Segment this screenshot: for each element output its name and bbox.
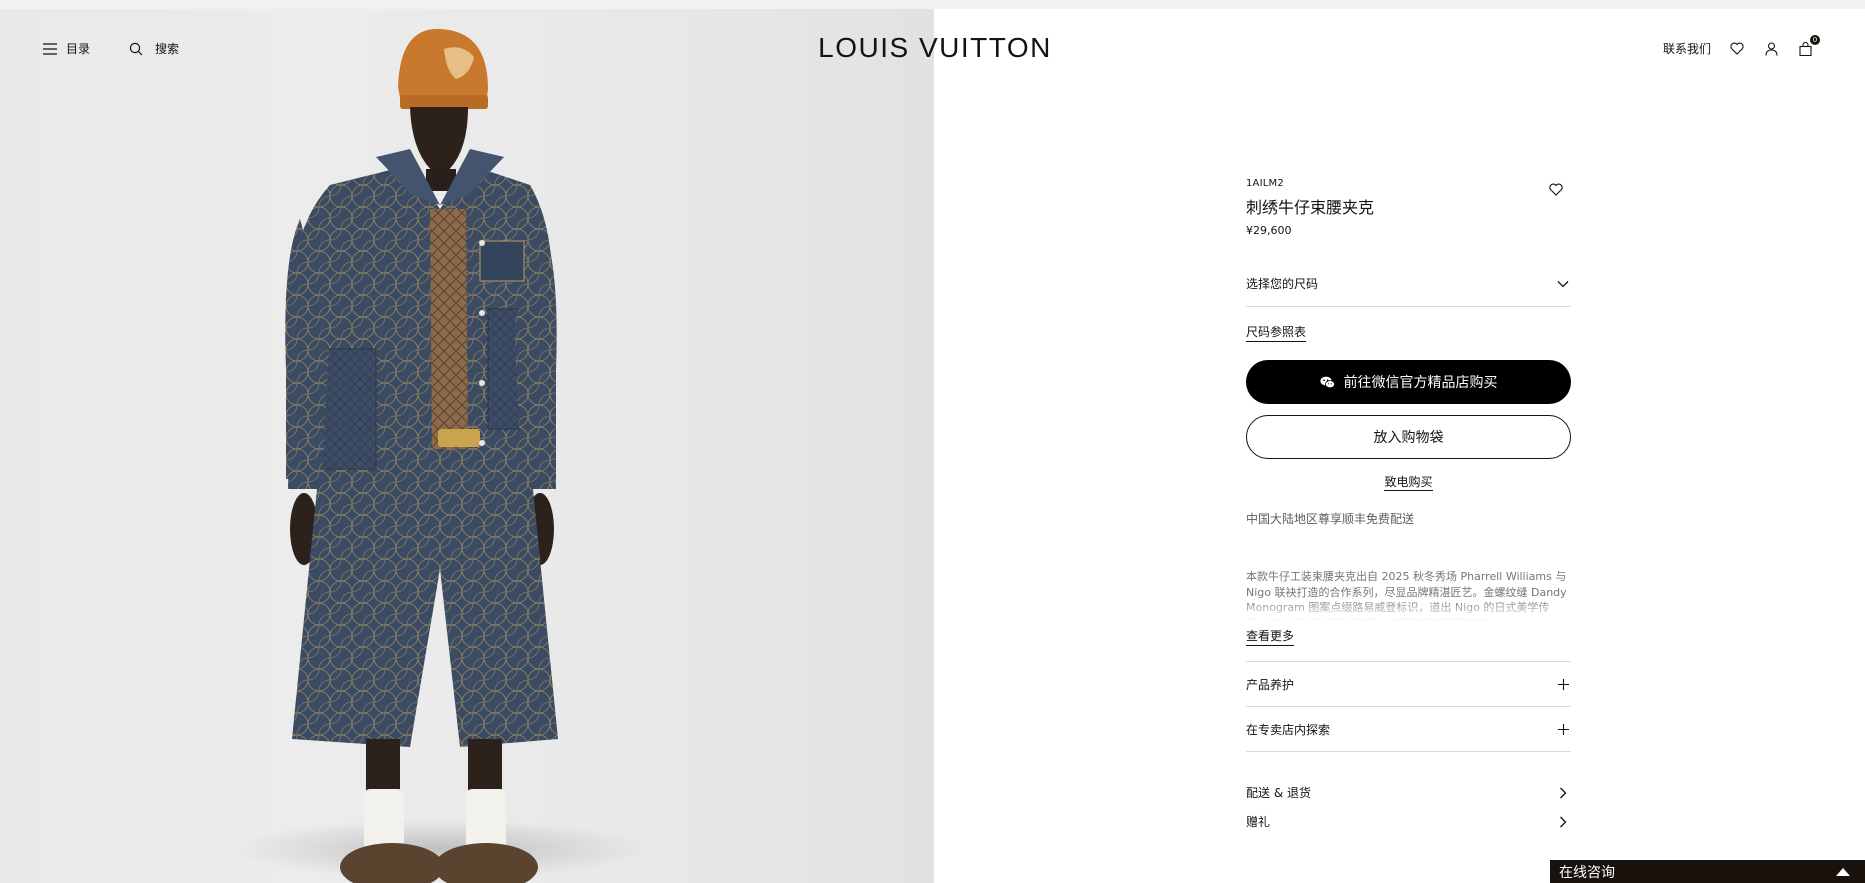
accordion-label: 在专卖店内探索 — [1246, 722, 1331, 737]
add-to-wishlist-heart-icon[interactable] — [1549, 181, 1565, 197]
contact-link[interactable]: 联系我们 — [1663, 40, 1711, 57]
accordion-product-care[interactable]: 产品养护 — [1246, 662, 1571, 707]
wechat-button-label: 前往微信官方精品店购买 — [1343, 375, 1498, 391]
gifting-link[interactable]: 赠礼 — [1246, 807, 1571, 836]
add-to-bag-button[interactable]: 放入购物袋 — [1246, 415, 1571, 459]
wishlist-heart-icon[interactable] — [1729, 41, 1745, 57]
info-links: 配送 & 退货 赠礼 — [1246, 778, 1571, 836]
product-sku: 1AILM2 — [1246, 178, 1284, 189]
product-image — [0, 9, 934, 883]
link-label: 赠礼 — [1246, 815, 1271, 829]
size-guide-link[interactable]: 尺码参照表 — [1246, 323, 1307, 342]
plus-icon — [1555, 721, 1571, 737]
call-to-buy: 致电购买 — [1246, 471, 1571, 491]
hamburger-icon — [42, 41, 58, 57]
wechat-icon — [1320, 374, 1336, 390]
menu-label: 目录 — [66, 42, 91, 56]
chat-label: 在线咨询 — [1559, 864, 1615, 881]
bag-count-badge: 0 — [1810, 34, 1820, 45]
shipping-note: 中国大陆地区尊享顺丰免费配送 — [1246, 512, 1415, 526]
search-label: 搜索 — [155, 42, 180, 56]
chevron-right-icon — [1555, 814, 1571, 830]
account-user-icon[interactable] — [1763, 41, 1779, 57]
triangle-up-icon — [1835, 864, 1851, 880]
chevron-right-icon — [1555, 785, 1571, 801]
link-label: 配送 & 退货 — [1246, 786, 1311, 800]
plus-icon — [1555, 676, 1571, 692]
search-icon — [128, 41, 144, 57]
search-button[interactable]: 搜索 — [128, 40, 179, 57]
wechat-store-button[interactable]: 前往微信官方精品店购买 — [1246, 360, 1571, 404]
read-more-link[interactable]: 查看更多 — [1246, 627, 1295, 646]
shorts-shape — [292, 479, 558, 747]
online-chat-widget[interactable]: 在线咨询 — [1550, 860, 1865, 883]
product-price: ¥29,600 — [1246, 224, 1292, 237]
header-actions: 联系我们 0 — [1663, 34, 1820, 57]
product-description: 本款牛仔工装束腰夹克出自 2025 秋冬秀场 Pharrell Williams… — [1246, 569, 1571, 621]
size-selector-label: 选择您的尺码 — [1246, 277, 1319, 291]
size-selector[interactable]: 选择您的尺码 — [1246, 261, 1571, 307]
top-strip — [0, 0, 1865, 9]
accordion-list: 产品养护 在专卖店内探索 — [1246, 661, 1571, 752]
product-title: 刺绣牛仔束腰夹克 — [1246, 198, 1375, 217]
menu-button[interactable]: 目录 — [42, 40, 90, 57]
accordion-label: 产品养护 — [1246, 677, 1295, 692]
chevron-down-icon — [1555, 276, 1571, 292]
delivery-returns-link[interactable]: 配送 & 退货 — [1246, 778, 1571, 807]
model-illustration — [285, 28, 558, 883]
shopping-bag-icon[interactable]: 0 — [1797, 34, 1820, 57]
site-header: 目录 搜索 LOUIS VUITTON 联系我们 0 — [0, 9, 1865, 91]
product-panel: 1AILM2 刺绣牛仔束腰夹克 ¥29,600 选择您的尺码 尺码参照表 前往微… — [1246, 178, 1571, 836]
call-to-buy-link[interactable]: 致电购买 — [1384, 475, 1433, 491]
brand-logo[interactable]: LOUIS VUITTON — [810, 32, 1060, 64]
accordion-in-store[interactable]: 在专卖店内探索 — [1246, 707, 1571, 752]
